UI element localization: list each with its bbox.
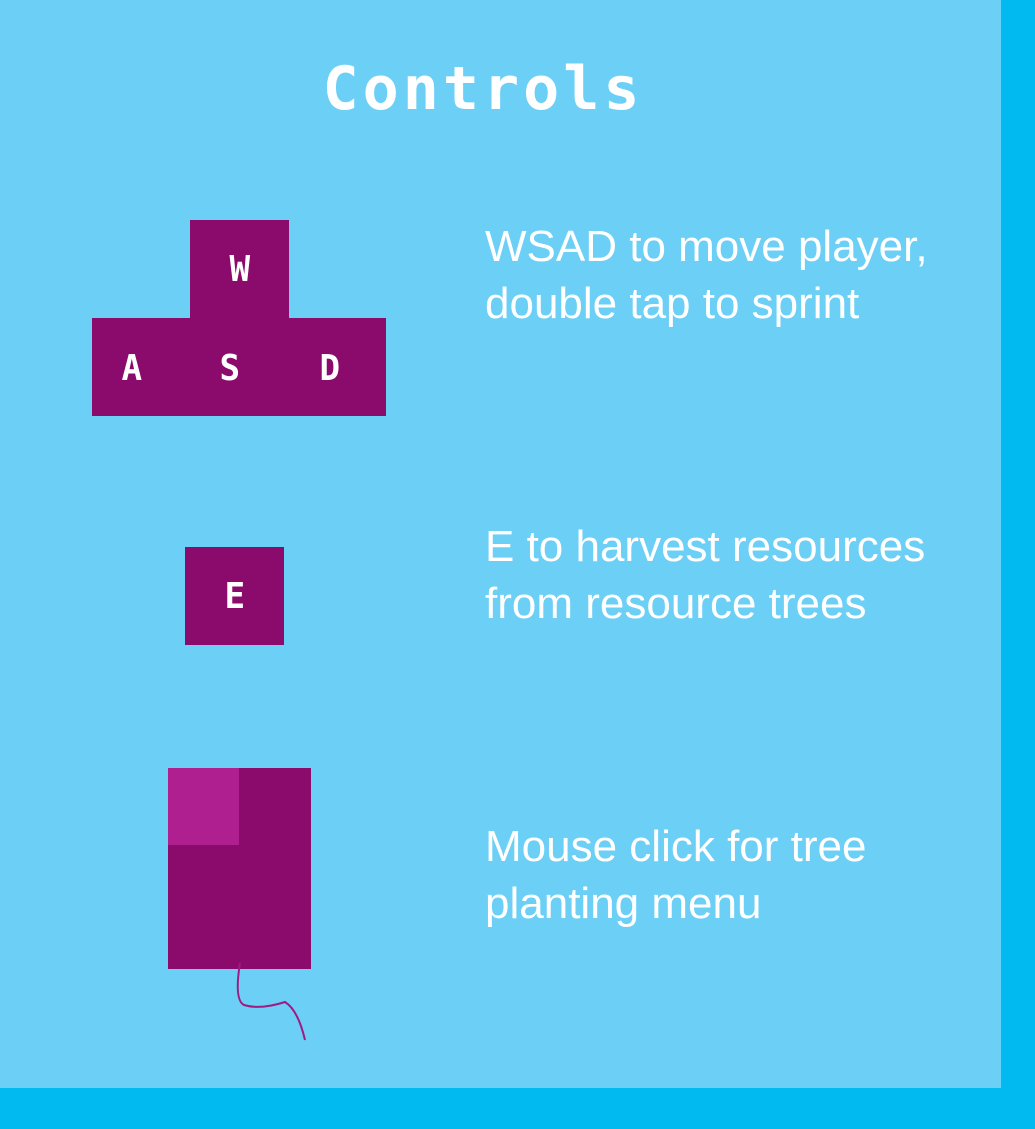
wasd-description: WSAD to move player, double tap to sprin… xyxy=(485,222,928,328)
e-key-icon: E xyxy=(185,547,284,645)
mouse-left-button xyxy=(168,768,239,845)
mouse-icon xyxy=(168,768,311,969)
key-w-label: W xyxy=(229,249,250,290)
mouse-cord-icon xyxy=(236,962,306,1041)
page-title: Controls xyxy=(322,54,644,124)
mouse-description: Mouse click for tree planting menu xyxy=(485,822,867,928)
key-e-label: E xyxy=(224,575,245,617)
key-d-label: D xyxy=(319,348,341,389)
key-a-label: A xyxy=(121,348,143,389)
key-w: W xyxy=(190,220,289,319)
e-key-description: E to harvest resources from resource tre… xyxy=(485,522,926,628)
controls-panel: Controls W A S D WSAD to move player, do… xyxy=(0,0,1001,1088)
key-s-label: S xyxy=(219,348,241,389)
key-row-asd: A S D xyxy=(92,318,386,416)
